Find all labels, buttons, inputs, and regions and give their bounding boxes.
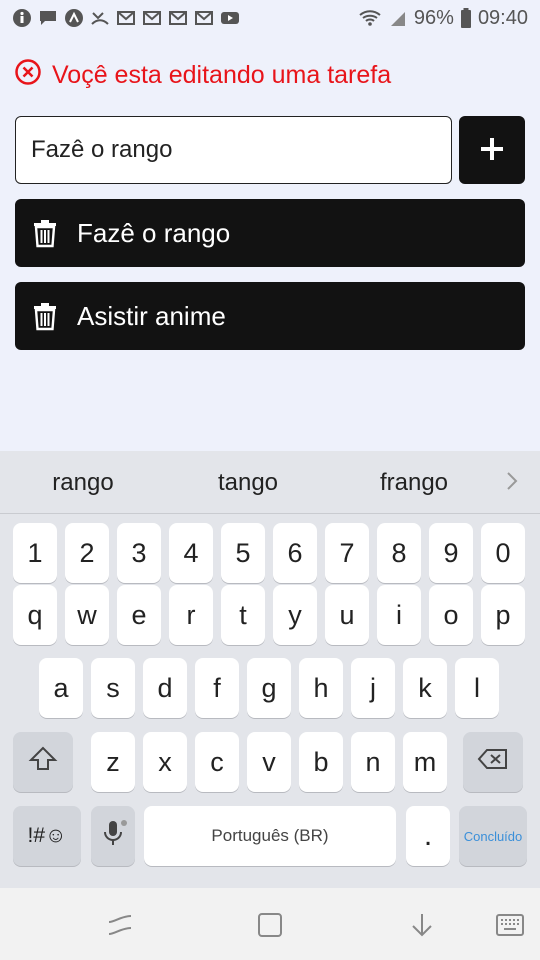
key-q[interactable]: q: [13, 585, 57, 645]
key-j[interactable]: j: [351, 658, 395, 718]
suggestion-item[interactable]: tango: [168, 469, 328, 497]
editing-banner: Voçê esta editando uma tarefa: [14, 58, 391, 93]
recent-apps-icon[interactable]: [105, 912, 135, 938]
battery-percent: 96%: [413, 6, 454, 29]
key-4[interactable]: 4: [169, 523, 213, 583]
microphone-key[interactable]: [91, 806, 135, 866]
clock: 09:40: [477, 6, 528, 29]
key-9[interactable]: 9: [429, 523, 473, 583]
microphone-icon: [97, 819, 129, 854]
suggestion-bar: rango tango frango: [0, 451, 540, 514]
wifi-icon: [358, 8, 382, 28]
key-s[interactable]: s: [91, 658, 135, 718]
key-h[interactable]: h: [299, 658, 343, 718]
info-icon: [12, 8, 32, 28]
shift-icon: [27, 745, 59, 780]
trash-icon[interactable]: [32, 218, 58, 248]
close-circle-icon[interactable]: [14, 58, 42, 93]
gmail-icon: [168, 8, 188, 28]
key-6[interactable]: 6: [273, 523, 317, 583]
key-v[interactable]: v: [247, 732, 291, 792]
key-8[interactable]: 8: [377, 523, 421, 583]
trash-icon[interactable]: [32, 301, 58, 331]
key-g[interactable]: g: [247, 658, 291, 718]
key-n[interactable]: n: [351, 732, 395, 792]
chevron-right-icon[interactable]: [504, 469, 520, 493]
key-i[interactable]: i: [377, 585, 421, 645]
key-5[interactable]: 5: [221, 523, 265, 583]
chat-icon: [38, 8, 58, 28]
key-w[interactable]: w: [65, 585, 109, 645]
key-b[interactable]: b: [299, 732, 343, 792]
key-p[interactable]: p: [481, 585, 525, 645]
status-bar: 96% 09:40: [0, 0, 540, 36]
gmail-icon: [194, 8, 214, 28]
key-l[interactable]: l: [455, 658, 499, 718]
back-down-icon[interactable]: [407, 912, 437, 938]
battery-icon: [460, 8, 472, 28]
navigation-bar: [0, 888, 540, 960]
key-a[interactable]: a: [39, 658, 83, 718]
app-icon: [64, 8, 84, 28]
key-t[interactable]: t: [221, 585, 265, 645]
plus-icon: [479, 136, 505, 165]
home-icon[interactable]: [255, 912, 285, 938]
key-7[interactable]: 7: [325, 523, 369, 583]
missed-call-icon: [90, 8, 110, 28]
notification-icons: [12, 8, 240, 28]
task-item[interactable]: Asistir anime: [15, 282, 525, 350]
gmail-icon: [142, 8, 162, 28]
key-2[interactable]: 2: [65, 523, 109, 583]
backspace-icon: [477, 745, 509, 780]
task-item[interactable]: Fazê o rango: [15, 199, 525, 267]
task-input[interactable]: [15, 116, 452, 184]
key-e[interactable]: e: [117, 585, 161, 645]
key-x[interactable]: x: [143, 732, 187, 792]
backspace-key[interactable]: [463, 732, 523, 792]
key-u[interactable]: u: [325, 585, 369, 645]
key-d[interactable]: d: [143, 658, 187, 718]
signal-icon: [388, 8, 408, 28]
key-0[interactable]: 0: [481, 523, 525, 583]
key-3[interactable]: 3: [117, 523, 161, 583]
editing-banner-text: Voçê esta editando uma tarefa: [52, 61, 392, 89]
key-z[interactable]: z: [91, 732, 135, 792]
space-bar[interactable]: Português (BR): [144, 806, 396, 866]
key-y[interactable]: y: [273, 585, 317, 645]
task-label: Fazê o rango: [77, 217, 231, 248]
key-1[interactable]: 1: [13, 523, 57, 583]
shift-key[interactable]: [13, 732, 73, 792]
status-right: 96% 09:40: [358, 7, 528, 30]
key-r[interactable]: r: [169, 585, 213, 645]
youtube-icon: [220, 8, 240, 28]
task-label: Asistir anime: [77, 300, 226, 331]
key-k[interactable]: k: [403, 658, 447, 718]
period-key[interactable]: .: [406, 806, 450, 866]
gmail-icon: [116, 8, 136, 28]
suggestion-item[interactable]: frango: [334, 469, 494, 497]
key-c[interactable]: c: [195, 732, 239, 792]
done-key[interactable]: Concluído: [459, 806, 527, 866]
keyboard-icon[interactable]: [495, 912, 525, 938]
keyboard: rango tango frango 1 2 3 4 5 6 7 8 9 0 q…: [0, 451, 540, 888]
suggestion-item[interactable]: rango: [3, 469, 163, 497]
add-task-button[interactable]: [459, 116, 525, 184]
key-m[interactable]: m: [403, 732, 447, 792]
key-o[interactable]: o: [429, 585, 473, 645]
key-f[interactable]: f: [195, 658, 239, 718]
symbols-key[interactable]: !#☺: [13, 806, 81, 866]
